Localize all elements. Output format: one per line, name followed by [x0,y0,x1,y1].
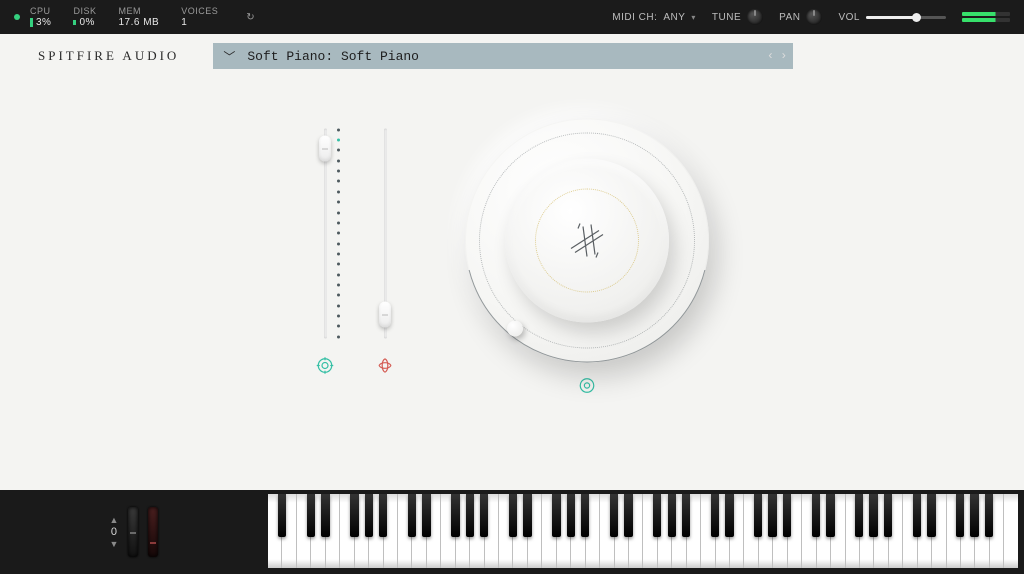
cpu-label: CPU [30,6,51,17]
disk-value: 0% [79,17,94,28]
tune-label: TUNE [712,12,741,23]
vol-label: VOL [838,12,860,23]
cpu-bar-icon [30,18,33,27]
octave-shift[interactable]: ▲ 0 ▼ [110,515,119,549]
voices-label: VOICES [181,6,218,17]
reverb-dial[interactable] [465,119,709,363]
pitch-wheel[interactable] [128,507,138,557]
pan-label: PAN [779,12,800,23]
octave-down-icon[interactable]: ▼ [110,539,119,549]
preset-next-icon[interactable]: › [780,49,787,63]
cpu-stat: CPU 3% [30,6,51,28]
voices-value: 1 [181,17,187,28]
dial-pointer [507,321,523,337]
preset-name: Soft Piano: Soft Piano [247,49,419,64]
chevron-down-icon: ﹀ [223,48,235,65]
main-panel [0,78,1024,490]
disk-bar-icon [73,20,76,25]
output-meter-icon [962,12,1010,22]
tune-control[interactable]: TUNE [712,9,763,25]
pan-knob-icon[interactable] [806,9,822,25]
volume-control[interactable]: VOL [838,12,946,23]
mem-stat: MEM 17.6 MB [118,6,159,28]
dynamics-icon [376,356,394,379]
dynamics-slider[interactable] [375,128,395,338]
disk-stat: DISK 0% [73,6,96,28]
preset-selector[interactable]: ﹀ Soft Piano: Soft Piano ‹ › [213,43,793,69]
mem-label: MEM [118,6,141,17]
disk-label: DISK [73,6,96,17]
voices-stat: VOICES 1 [181,6,218,28]
pan-control[interactable]: PAN [779,9,822,25]
midi-label: MIDI CH: [612,12,657,23]
tune-knob-icon[interactable] [747,9,763,25]
mod-wheel[interactable] [148,507,158,557]
reverb-icon [578,377,596,400]
brand-logo: SPITFIRE AUDIO [38,48,179,64]
header: SPITFIRE AUDIO ﹀ Soft Piano: Soft Piano … [0,34,1024,78]
preset-prev-icon[interactable]: ‹ [767,49,774,63]
expression-icon [316,356,334,379]
octave-up-icon[interactable]: ▲ [110,515,119,525]
volume-slider[interactable] [866,16,946,19]
cpu-value: 3% [36,17,51,28]
mem-value: 17.6 MB [118,17,159,28]
midi-value: ANY [663,12,685,23]
octave-value: 0 [111,527,117,537]
virtual-keyboard[interactable] [268,494,1018,568]
midi-channel-select[interactable]: MIDI CH: ANY ▾ [612,12,696,23]
spitfire-glyph-icon [565,219,609,263]
expression-slider[interactable] [315,128,335,338]
keyboard-footer: ▲ 0 ▼ [0,490,1024,574]
chevron-down-icon: ▾ [691,13,696,22]
top-status-bar: CPU 3% DISK 0% MEM 17.6 MB VOICES 1 ↻ MI… [0,0,1024,34]
refresh-icon[interactable]: ↻ [246,12,255,23]
engine-status-dot [14,14,20,20]
